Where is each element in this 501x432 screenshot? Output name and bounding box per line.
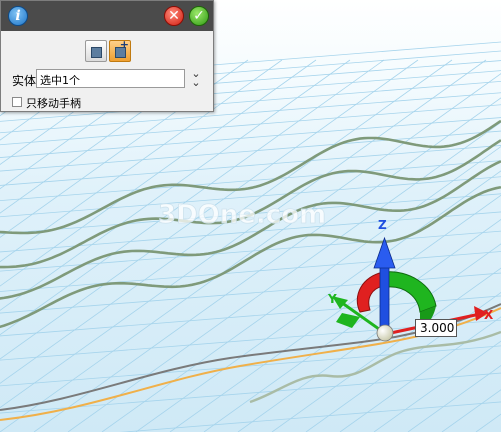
move-entity-icon[interactable] [85, 40, 107, 62]
cube-icon [91, 47, 102, 58]
z-axis-label: Z [378, 218, 387, 232]
x-axis-label: X [484, 308, 494, 322]
y-axis-label: Y [327, 292, 337, 306]
close-icon[interactable]: ✕ [164, 6, 184, 26]
move-entity-panel: i ✕ ✓ + 实体 选中1个 ⌄ ⌄ 只移动手柄 [0, 0, 214, 112]
entity-label: 实体 [12, 74, 37, 88]
move-handle-label: 只移动手柄 [26, 97, 81, 110]
add-entity-icon[interactable]: + [109, 38, 131, 62]
plus-icon: + [119, 38, 129, 51]
panel-titlebar: i ✕ ✓ [1, 1, 213, 31]
distance-input[interactable]: 3.000 [415, 319, 457, 337]
z-axis-shaft[interactable] [379, 261, 390, 331]
gizmo-origin-ball[interactable] [376, 324, 394, 342]
move-handle-checkbox[interactable] [12, 97, 22, 107]
confirm-icon[interactable]: ✓ [189, 6, 209, 26]
expand-icon[interactable]: ⌄ ⌄ [189, 68, 203, 88]
entity-select-field[interactable]: 选中1个 [36, 69, 185, 88]
watermark: 3DOne.com [158, 200, 326, 230]
info-icon[interactable]: i [8, 6, 28, 26]
